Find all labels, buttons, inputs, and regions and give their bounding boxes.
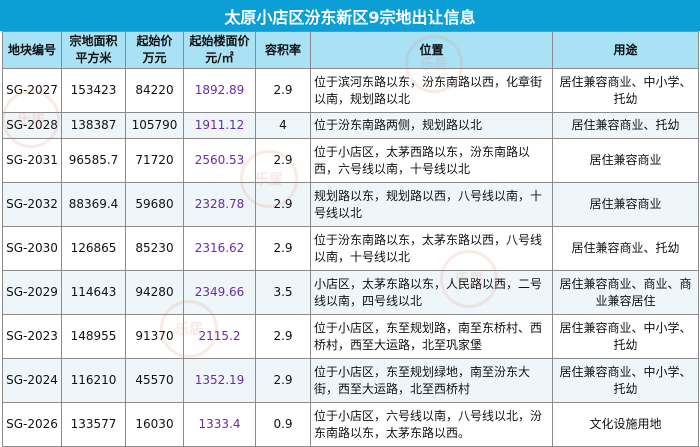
cell-use: 居住兼容商业: [552, 138, 699, 183]
cell-area: 88369.4: [61, 182, 126, 227]
cell-floor-price: 1911.12: [183, 112, 256, 139]
cell-use: 居住兼容商业、商业、商业兼容居住: [552, 270, 699, 315]
cell-start-price: 71720: [125, 138, 184, 183]
header-label: 起始价: [136, 34, 173, 48]
cell-area: 126865: [61, 226, 126, 271]
cell-area: 133577: [61, 402, 126, 447]
cell-start-price: 85230: [125, 226, 184, 271]
cell-start-price: 16030: [125, 402, 184, 447]
table-row: SG-2030 126865 85230 2316.62 2.9 位于汾东南路以东，太茅东…: [2, 226, 699, 271]
cell-location: 位于小店区，东至规划绿地，南至汾东大街，西至大运路，北至西桥村: [310, 358, 553, 403]
cell-use: 居住兼容商业、中小学、托幼: [552, 358, 699, 403]
cell-plot-id: SG-2023: [2, 314, 62, 359]
cell-location: 小店区，太茅东路以东，人民路以西，二号线以南，四号线以北: [310, 270, 553, 315]
table-row: SG-2027 153423 84220 1892.89 2.9 位于滨河东路以东，汾东南…: [2, 68, 699, 113]
header-unit: 万元: [142, 51, 167, 65]
cell-floor-price: 1352.19: [183, 358, 256, 403]
cell-plot-id: SG-2024: [2, 358, 62, 403]
cell-area: 114643: [61, 270, 126, 315]
cell-area: 148955: [61, 314, 126, 359]
cell-location: 位于小店区，六号线以南，八号线以北，汾东南路以东，太茅东路以西。: [310, 402, 553, 447]
cell-far: 2.9: [255, 68, 311, 113]
cell-plot-id: SG-2032: [2, 182, 62, 227]
cell-far: 2.9: [255, 314, 311, 359]
header-use: 用途: [552, 31, 699, 69]
cell-far: 2.9: [255, 358, 311, 403]
header-start-price: 起始价 万元: [125, 31, 184, 69]
cell-far: 2.9: [255, 226, 311, 271]
cell-plot-id: SG-2029: [2, 270, 62, 315]
cell-start-price: 91370: [125, 314, 184, 359]
cell-far: 0.9: [255, 402, 311, 447]
table-body: SG-2027 153423 84220 1892.89 2.9 位于滨河东路以东，汾东南…: [2, 68, 699, 447]
cell-floor-price: 2560.53: [183, 138, 256, 183]
cell-area: 96585.7: [61, 138, 126, 183]
table-row: SG-2032 88369.4 59680 2328.78 2.9 规划路以东，规划路以西…: [2, 182, 699, 227]
cell-floor-price: 2328.78: [183, 182, 256, 227]
header-unit: 平方米: [75, 51, 112, 65]
header-label: 起始楼面价: [189, 34, 250, 48]
cell-use: 居住兼容商业: [552, 182, 699, 227]
cell-use: 居住兼容商业、中小学、托幼: [552, 314, 699, 359]
header-far: 容积率: [255, 31, 311, 69]
header-unit: 元/㎡: [205, 51, 234, 65]
cell-location: 位于汾东南路以东，太茅东路以西，八号线以南，十号线以北: [310, 226, 553, 271]
header-label: 地块编号: [7, 42, 56, 57]
cell-start-price: 105790: [125, 112, 184, 139]
cell-far: 4: [255, 112, 311, 139]
cell-start-price: 59680: [125, 182, 184, 227]
cell-floor-price: 1892.89: [183, 68, 256, 113]
table-row: SG-2026 133577 16030 1333.4 0.9 位于小店区，六号线以南，八…: [2, 402, 699, 447]
cell-use: 居住兼容商业、托幼: [552, 226, 699, 271]
land-table: 地块编号 宗地面积 平方米 起始价 万元 起始楼面价 元/㎡ 容积率 位置 用途 SG-2027 1…: [2, 31, 699, 447]
cell-area: 138387: [61, 112, 126, 139]
cell-area: 153423: [61, 68, 126, 113]
table-row: SG-2023 148955 91370 2115.2 2.9 位于小店区，东至规划路，南…: [2, 314, 699, 359]
table-row: SG-2031 96585.7 71720 2560.53 2.9 位于小店区，太茅西路以…: [2, 138, 699, 183]
cell-location: 规划路以东，规划路以西，八号线以南，十号线以北: [310, 182, 553, 227]
cell-floor-price: 2349.66: [183, 270, 256, 315]
cell-plot-id: SG-2027: [2, 68, 62, 113]
header-area: 宗地面积 平方米: [61, 31, 126, 69]
cell-plot-id: SG-2030: [2, 226, 62, 271]
header-row: 地块编号 宗地面积 平方米 起始价 万元 起始楼面价 元/㎡ 容积率 位置 用途: [2, 31, 699, 69]
cell-location: 位于小店区，东至规划路，南至东桥村、西桥村，西至大运路，北至巩家堡: [310, 314, 553, 359]
cell-far: 2.9: [255, 138, 311, 183]
header-plot-id: 地块编号: [2, 31, 62, 69]
table-row: SG-2029 114643 94280 2349.66 3.5 小店区，太茅东路以东，人…: [2, 270, 699, 315]
header-label: 宗地面积: [69, 34, 118, 48]
header-label: 容积率: [264, 42, 301, 57]
cell-start-price: 94280: [125, 270, 184, 315]
cell-start-price: 84220: [125, 68, 184, 113]
cell-location: 位于汾东南路两侧，规划路以北: [310, 112, 553, 139]
cell-far: 3.5: [255, 270, 311, 315]
cell-use: 居住兼容商业、托幼: [552, 112, 699, 139]
cell-far: 2.9: [255, 182, 311, 227]
cell-plot-id: SG-2026: [2, 402, 62, 447]
cell-floor-price: 2115.2: [183, 314, 256, 359]
header-label: 位置: [419, 42, 444, 57]
cell-plot-id: SG-2031: [2, 138, 62, 183]
cell-location: 位于小店区，太茅西路以东，汾东南路以西，六号线以南，十号线以北: [310, 138, 553, 183]
header-label: 用途: [613, 42, 638, 57]
header-floor-price: 起始楼面价元/㎡: [183, 31, 256, 69]
cell-area: 116210: [61, 358, 126, 403]
cell-use: 居住兼容商业、中小学、托幼: [552, 68, 699, 113]
cell-floor-price: 2316.62: [183, 226, 256, 271]
cell-use: 文化设施用地: [552, 402, 699, 447]
cell-start-price: 45570: [125, 358, 184, 403]
cell-plot-id: SG-2028: [2, 112, 62, 139]
table-row: SG-2024 116210 45570 1352.19 2.9 位于小店区，东至规划绿地…: [2, 358, 699, 403]
page-title: 太原小店区汾东新区9宗地出让信息: [0, 0, 700, 31]
table-row: SG-2028 138387 105790 1911.12 4 位于汾东南路两侧，规划路以…: [2, 112, 699, 139]
header-location: 位置: [310, 31, 553, 69]
cell-location: 位于滨河东路以东，汾东南路以西，化章街以南，规划路以北: [310, 68, 553, 113]
page: 太原小店区汾东新区9宗地出让信息 地块编号 宗地面积 平方米 起始价 万元 起始楼面价 元/…: [0, 0, 700, 447]
cell-floor-price: 1333.4: [183, 402, 256, 447]
